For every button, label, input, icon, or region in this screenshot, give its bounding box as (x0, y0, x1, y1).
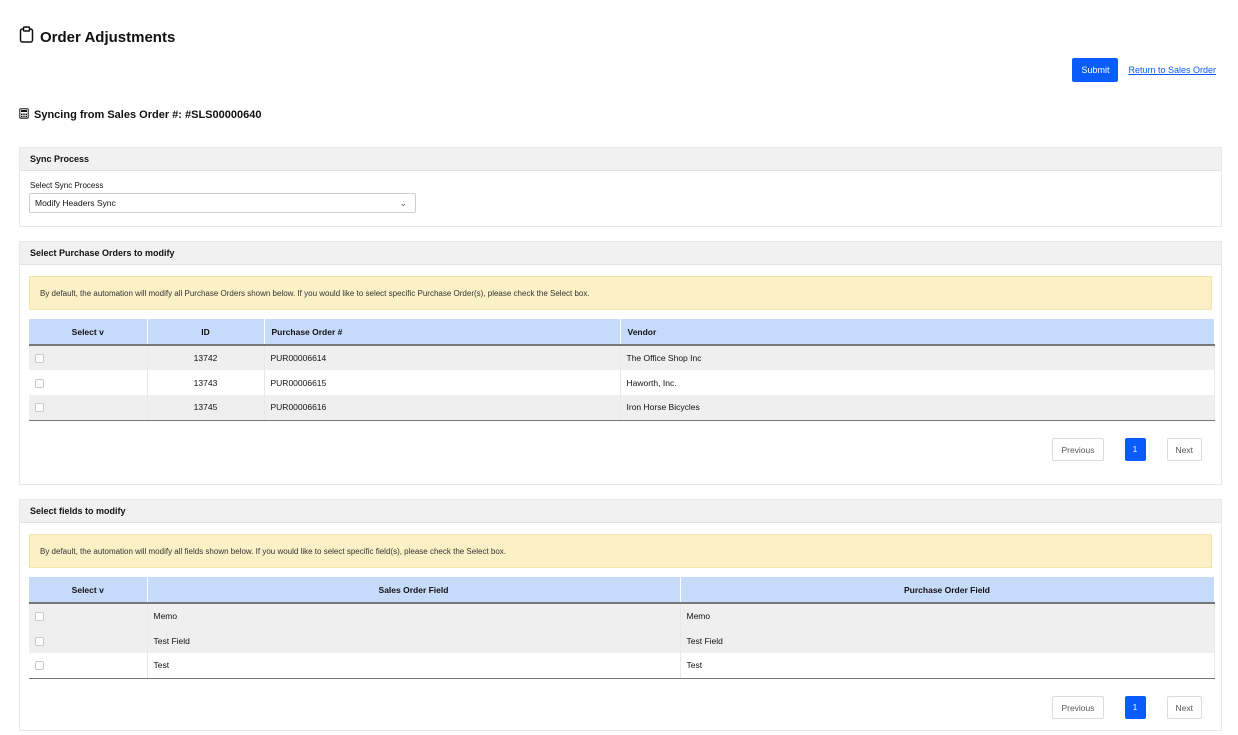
po-number-cell: PUR00006615 (264, 370, 621, 395)
sales-order-field-cell: Memo (147, 603, 681, 628)
row-select-checkbox[interactable] (35, 612, 44, 622)
calculator-icon (19, 108, 29, 122)
row-select-checkbox[interactable] (35, 403, 44, 413)
table-header-row: Select v ID Purchase Order # Vendor (29, 319, 1215, 346)
page-1-button[interactable]: 1 (1124, 696, 1146, 719)
fields-notice: By default, the automation will modify a… (29, 534, 1212, 568)
previous-page-button[interactable]: Previous (1052, 696, 1104, 719)
table-header-row: Select v Sales Order Field Purchase Orde… (29, 577, 1215, 604)
sync-process-section: Sync Process Select Sync Process Modify … (19, 147, 1222, 227)
vendor-cell: Haworth, Inc. (620, 370, 1215, 395)
page-1-button[interactable]: 1 (1124, 438, 1146, 461)
next-page-button[interactable]: Next (1166, 438, 1202, 461)
column-header-purchase-order[interactable]: Purchase Order # (264, 319, 621, 346)
page-actions: Submit Return to Sales Order (1072, 58, 1216, 82)
row-select-checkbox[interactable] (35, 378, 44, 388)
purchase-orders-table: Select v ID Purchase Order # Vendor 1374… (29, 319, 1215, 421)
next-page-button[interactable]: Next (1166, 696, 1202, 719)
fields-pagination: Previous 1 Next (1052, 696, 1202, 719)
sync-process-label: Select Sync Process (30, 181, 104, 190)
clipboard-icon (19, 26, 34, 48)
column-header-purchase-order-field[interactable]: Purchase Order Field (680, 577, 1215, 604)
sync-source-label: Syncing from Sales Order #: #SLS00000640 (34, 109, 262, 121)
column-header-id[interactable]: ID (147, 319, 265, 346)
purchase-orders-section: Select Purchase Orders to modify By defa… (19, 241, 1222, 485)
table-row: 13743 PUR00006615 Haworth, Inc. (29, 370, 1215, 395)
fields-heading: Select fields to modify (20, 500, 1221, 523)
return-to-sales-order-link[interactable]: Return to Sales Order (1128, 65, 1216, 75)
row-select-checkbox[interactable] (35, 636, 44, 646)
column-header-sales-order-field[interactable]: Sales Order Field (147, 577, 681, 604)
submit-button[interactable]: Submit (1072, 58, 1119, 82)
table-row: 13742 PUR00006614 The Office Shop Inc (29, 345, 1215, 370)
table-row: Test Test (29, 653, 1215, 679)
chevron-down-icon: ⌄ (399, 197, 407, 208)
table-row: Test Field Test Field (29, 628, 1215, 653)
column-header-select[interactable]: Select v (29, 577, 148, 604)
table-row: 13745 PUR00006616 Iron Horse Bicycles (29, 395, 1215, 421)
purchase-order-field-cell: Memo (680, 603, 1215, 628)
fields-table: Select v Sales Order Field Purchase Orde… (29, 577, 1215, 679)
page-title: Order Adjustments (40, 28, 176, 46)
sync-source-title: Syncing from Sales Order #: #SLS00000640 (19, 108, 261, 122)
purchase-order-field-cell: Test Field (680, 628, 1215, 653)
row-select-checkbox[interactable] (35, 661, 44, 671)
po-number-cell: PUR00006614 (264, 345, 621, 370)
po-id-cell: 13743 (147, 370, 265, 395)
sales-order-field-cell: Test Field (147, 628, 681, 653)
purchase-orders-heading: Select Purchase Orders to modify (20, 242, 1221, 265)
sales-order-field-cell: Test (147, 653, 681, 679)
vendor-cell: The Office Shop Inc (620, 345, 1215, 370)
previous-page-button[interactable]: Previous (1052, 438, 1104, 461)
table-row: Memo Memo (29, 603, 1215, 628)
po-id-cell: 13742 (147, 345, 265, 370)
page-header: Order Adjustments (19, 26, 175, 48)
po-number-cell: PUR00006616 (264, 395, 621, 421)
purchase-orders-pagination: Previous 1 Next (1052, 438, 1202, 461)
fields-section: Select fields to modify By default, the … (19, 499, 1222, 731)
sync-process-select[interactable]: Modify Headers Sync ⌄ (29, 193, 416, 213)
purchase-order-field-cell: Test (680, 653, 1215, 679)
column-header-vendor[interactable]: Vendor (620, 319, 1215, 346)
vendor-cell: Iron Horse Bicycles (620, 395, 1215, 421)
sync-process-selected-value: Modify Headers Sync (35, 198, 116, 208)
row-select-checkbox[interactable] (35, 354, 44, 364)
sync-process-heading: Sync Process (20, 148, 1221, 171)
po-id-cell: 13745 (147, 395, 265, 421)
purchase-orders-notice: By default, the automation will modify a… (29, 276, 1212, 310)
column-header-select[interactable]: Select v (29, 319, 148, 346)
